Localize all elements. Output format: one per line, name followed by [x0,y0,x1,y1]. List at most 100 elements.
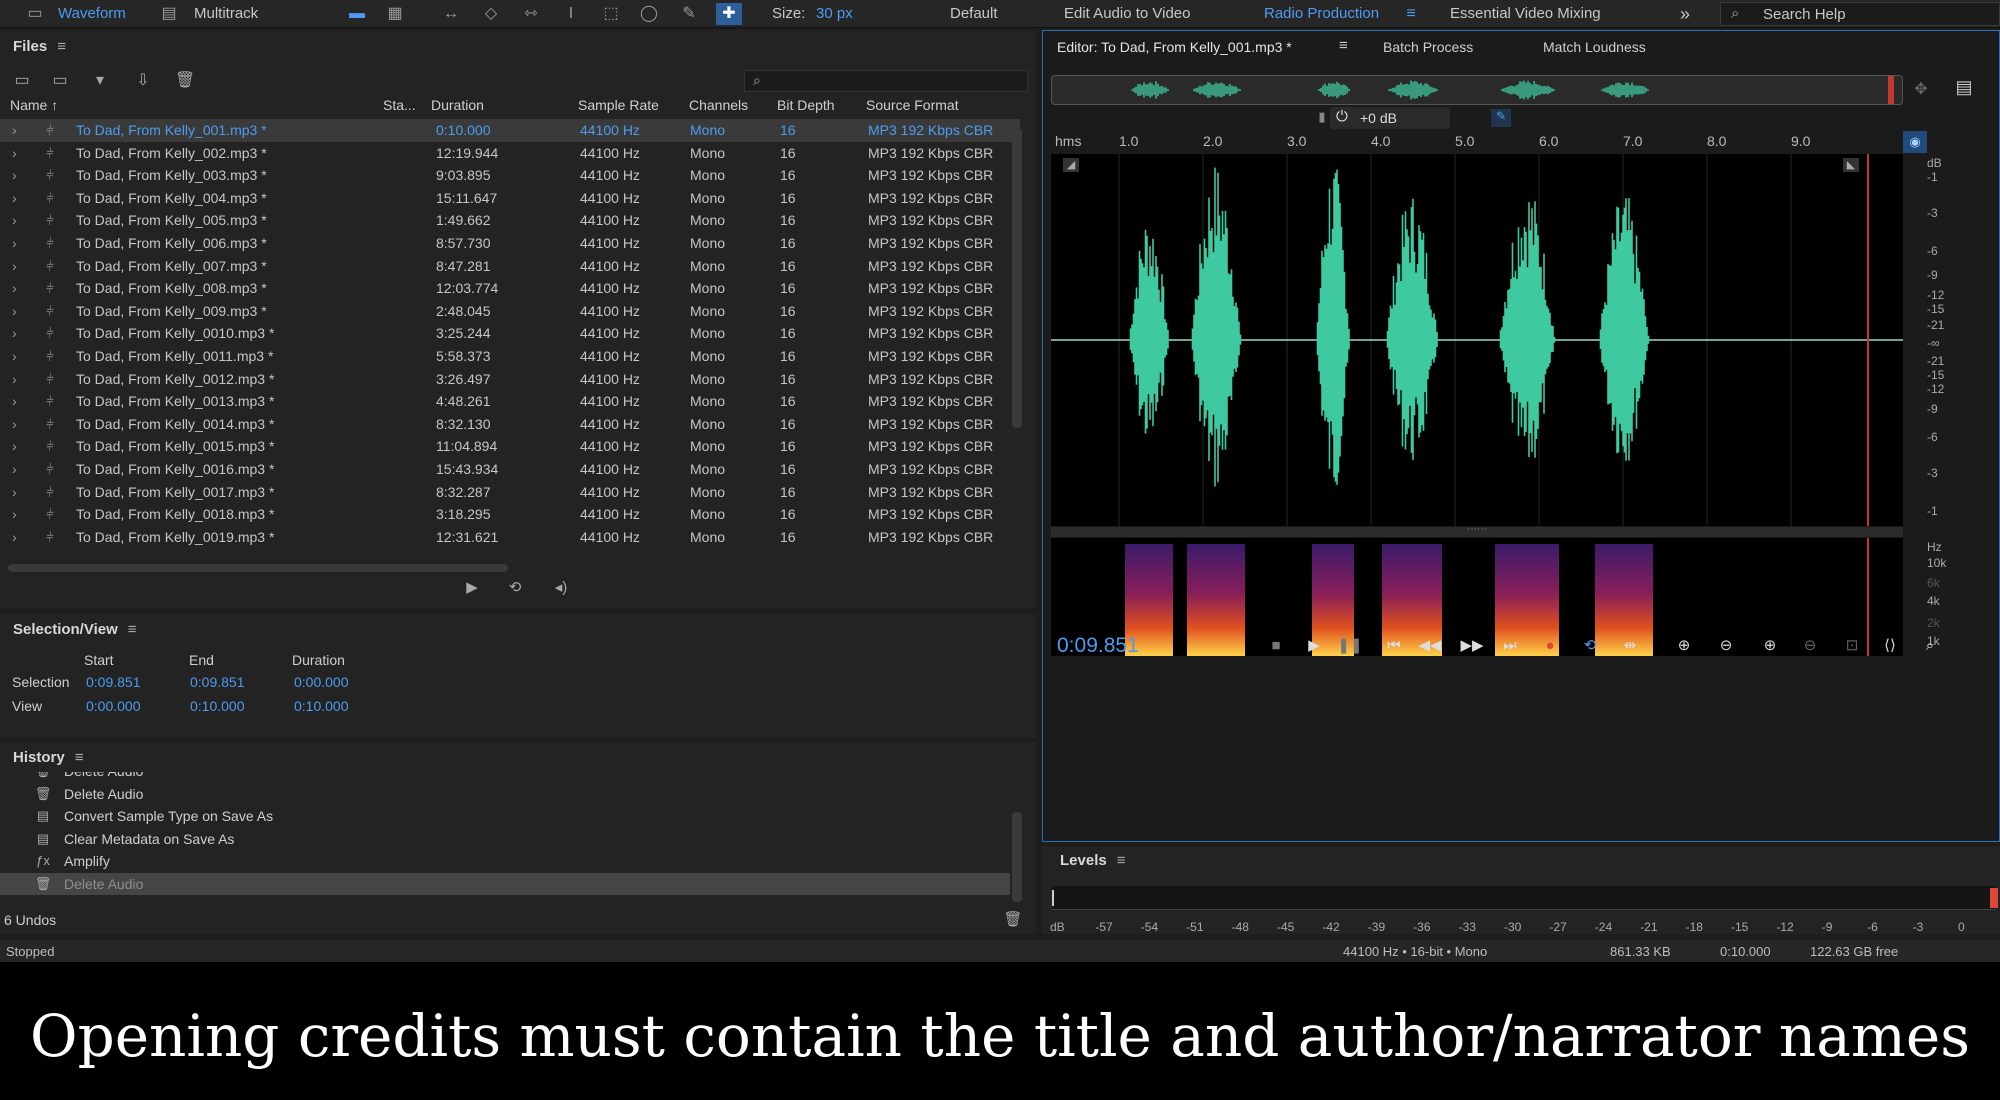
spot-healing-icon[interactable]: ✚ [716,3,742,25]
file-expand-icon[interactable]: › [12,393,17,409]
selection-end[interactable]: 0:09.851 [190,674,245,690]
fade-in-handle-icon[interactable]: ◢ [1063,158,1079,172]
move-tool-icon[interactable]: ↔ [438,3,464,25]
open-folder-icon[interactable]: ▭ [10,70,34,90]
selection-view-menu-icon[interactable]: ≡ [128,621,137,638]
clip-indicator[interactable] [1990,888,1998,908]
file-row[interactable]: › ⫩ To Dad, From Kelly_004.mp3 * 15:11.647 4… [0,187,1020,210]
multitrack-button[interactable]: Multitrack [194,3,258,25]
tab-batch-process[interactable]: Batch Process [1383,39,1473,55]
go-to-start-icon[interactable]: ⏮ [1379,635,1409,657]
file-row[interactable]: › ⫩ To Dad, From Kelly_005.mp3 * 1:49.662 44… [0,209,1020,232]
files-vertical-scrollbar[interactable] [1012,128,1022,428]
zoom-full-icon[interactable]: ⌕ [1915,635,1945,657]
gain-hud[interactable]: ⏻ +0 dB [1330,107,1450,129]
waveform-display[interactable]: ◢ ◣ [1051,154,1903,526]
file-row[interactable]: › ⫩ To Dad, From Kelly_008.mp3 * 12:03.774 4… [0,277,1020,300]
history-item[interactable]: ▤ Convert Sample Type on Save As [0,805,1010,828]
file-expand-icon[interactable]: › [12,235,17,251]
history-item[interactable]: ƒx Amplify [0,850,1010,873]
search-box[interactable]: ⌕ Search Help [1720,2,2000,26]
file-row[interactable]: › ⫩ To Dad, From Kelly_006.mp3 * 8:57.730 44… [0,232,1020,255]
file-expand-icon[interactable]: › [12,280,17,296]
waveform-button[interactable]: Waveform [58,3,126,25]
col-channels[interactable]: Channels [689,97,748,113]
zoom-out-full-icon[interactable]: ⟨⟩ [1875,635,1905,657]
file-row[interactable]: › ⫩ To Dad, From Kelly_0014.mp3 * 8:32.130 4… [0,413,1020,436]
history-item[interactable]: 🗑 Delete Audio [0,772,1010,783]
file-expand-icon[interactable]: › [12,371,17,387]
file-row[interactable]: › ⫩ To Dad, From Kelly_007.mp3 * 8:47.281 44… [0,255,1020,278]
slip-tool-icon[interactable]: ⇿ [518,3,544,25]
zoom-in-time-icon[interactable]: ⊕ [1755,635,1785,657]
view-start[interactable]: 0:00.000 [86,698,141,714]
zoom-out-time-icon[interactable]: ⊖ [1795,635,1825,657]
file-row[interactable]: › ⫩ To Dad, From Kelly_009.mp3 * 2:48.045 44… [0,300,1020,323]
file-row[interactable]: › ⫩ To Dad, From Kelly_0010.mp3 * 3:25.244 4… [0,322,1020,345]
rewind-icon[interactable]: ◀◀ [1415,635,1445,657]
file-row[interactable]: › ⫩ To Dad, From Kelly_0011.mp3 * 5:58.373 4… [0,345,1020,368]
view-end[interactable]: 0:10.000 [190,698,245,714]
file-expand-icon[interactable]: › [12,325,17,341]
col-sample-rate[interactable]: Sample Rate [578,97,659,113]
fast-forward-icon[interactable]: ▶▶ [1457,635,1487,657]
history-item[interactable]: ▤ Clear Metadata on Save As [0,828,1010,851]
brush-icon[interactable]: ✎ [676,3,702,25]
editor-options-icon[interactable]: ▤ [1951,77,1977,98]
files-search-input[interactable]: ⌕ [744,70,1028,92]
file-row[interactable]: › ⫩ To Dad, From Kelly_0018.mp3 * 3:18.295 4… [0,503,1020,526]
workspace-menu-icon[interactable]: ≡ [1398,3,1424,25]
selection-start[interactable]: 0:09.851 [86,674,141,690]
file-expand-icon[interactable]: › [12,438,17,454]
tab-match-loudness[interactable]: Match Loudness [1543,39,1646,55]
time-ruler[interactable]: hms 1.0 2.0 3.0 4.0 5.0 6.0 7.0 8.0 9.0 [1043,131,2000,153]
workspace-essential-video-mixing[interactable]: Essential Video Mixing [1450,3,1601,25]
history-item[interactable]: 🗑 Delete Audio [0,872,1010,895]
file-row[interactable]: › ⫩ To Dad, From Kelly_0016.mp3 * 15:43.934… [0,458,1020,481]
files-menu-icon[interactable]: ≡ [57,38,66,55]
file-row[interactable]: › ⫩ To Dad, From Kelly_0019.mp3 * 12:31.621… [0,526,1020,549]
lasso-icon[interactable]: ◯ [636,3,662,25]
file-row[interactable]: › ⫩ To Dad, From Kelly_002.mp3 * 12:19.944 4… [0,142,1020,165]
zoom-lock-icon[interactable]: ✥ [1909,79,1933,99]
search-input[interactable]: Search Help [1763,6,1846,23]
preview-autoplay-icon[interactable]: ◂) [544,578,578,596]
time-selection-icon[interactable]: I [558,3,584,25]
file-expand-icon[interactable]: › [12,461,17,477]
file-expand-icon[interactable]: › [12,212,17,228]
go-to-end-icon[interactable]: ⏭ [1495,635,1525,657]
view-duration[interactable]: 0:10.000 [294,698,349,714]
gain-value[interactable]: +0 dB [1360,110,1397,126]
file-row[interactable]: › ⫩ To Dad, From Kelly_0013.mp3 * 4:48.261 4… [0,390,1020,413]
record-icon[interactable]: ● [1535,635,1565,657]
snap-icon[interactable]: ◉ [1903,131,1927,153]
zoom-selection-icon[interactable]: ⊡ [1837,635,1867,657]
loop-icon[interactable]: ⟲ [1575,635,1605,657]
history-scrollbar[interactable] [1012,812,1022,902]
pause-icon[interactable]: ❚❚ [1335,635,1365,657]
play-icon[interactable]: ▶ [1299,635,1329,657]
waveform-view-icon[interactable]: ▬ [344,3,370,25]
col-source-format[interactable]: Source Format [866,97,959,113]
preview-play-icon[interactable]: ▶ [460,578,484,596]
file-expand-icon[interactable]: › [12,145,17,161]
zoom-in-amplitude-icon[interactable]: ⊕ [1669,635,1699,657]
editor-menu-icon[interactable]: ≡ [1339,37,1348,54]
history-menu-icon[interactable]: ≡ [75,749,84,766]
save-icon[interactable]: ⇩ [128,70,158,90]
marquee-icon[interactable]: ⬚ [598,3,624,25]
size-value[interactable]: 30 px [816,3,853,25]
delete-file-icon[interactable]: 🗑 [174,70,196,90]
file-expand-icon[interactable]: › [12,167,17,183]
pin-hud-icon[interactable]: ✎ [1491,109,1511,127]
razor-tool-icon[interactable]: ◇ [478,3,504,25]
file-row[interactable]: › ⫩ To Dad, From Kelly_0017.mp3 * 8:32.287 4… [0,481,1020,504]
workspace-radio-production[interactable]: Radio Production [1264,3,1379,25]
col-status[interactable]: Sta... [383,97,416,113]
file-expand-icon[interactable]: › [12,484,17,500]
overview-navigator[interactable] [1051,75,1903,105]
clear-history-icon[interactable]: 🗑 [1002,910,1024,928]
more-workspaces-button[interactable]: » [1680,3,1690,25]
file-row[interactable]: › ⫩ To Dad, From Kelly_001.mp3 * 0:10.000 44… [0,119,1020,142]
zoom-out-amplitude-icon[interactable]: ⊖ [1711,635,1741,657]
